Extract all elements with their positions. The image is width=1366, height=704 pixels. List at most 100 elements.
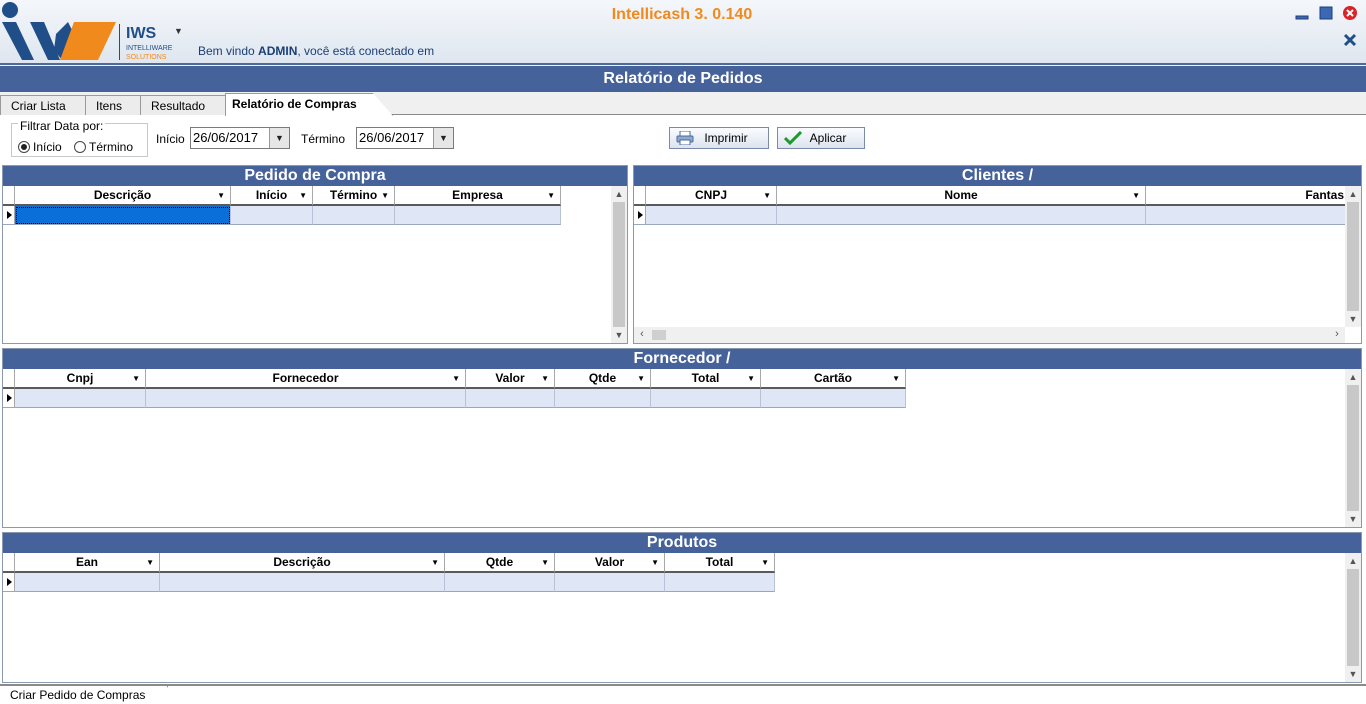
col-total[interactable]: Total ▼ bbox=[665, 553, 775, 573]
clientes-horizontal-scrollbar[interactable]: ‹ › bbox=[634, 327, 1345, 343]
scroll-thumb[interactable] bbox=[1347, 202, 1359, 311]
logo-menu-caret-icon[interactable]: ▼ bbox=[174, 26, 183, 36]
cell-cartao[interactable] bbox=[761, 389, 906, 408]
col-qtde[interactable]: Qtde ▼ bbox=[555, 369, 651, 389]
scroll-up-icon[interactable]: ▲ bbox=[1345, 553, 1361, 569]
scroll-down-icon[interactable]: ▼ bbox=[1345, 511, 1361, 527]
close-app-icon[interactable] bbox=[1342, 5, 1358, 21]
scroll-thumb[interactable] bbox=[613, 202, 625, 327]
radio-inicio-dot[interactable] bbox=[18, 141, 30, 153]
col-total[interactable]: Total ▼ bbox=[651, 369, 761, 389]
scroll-thumb[interactable] bbox=[1347, 385, 1359, 511]
col-empresa[interactable]: Empresa ▼ bbox=[395, 186, 561, 206]
tab-criar-pedido-de-compras[interactable]: Criar Pedido de Compras bbox=[0, 686, 169, 704]
termino-dropdown-icon[interactable]: ▼ bbox=[433, 128, 453, 148]
cell-inicio[interactable] bbox=[231, 206, 313, 225]
scroll-up-icon[interactable]: ▲ bbox=[611, 186, 627, 202]
sort-arrow-icon[interactable]: ▼ bbox=[381, 186, 389, 205]
col-fornecedor[interactable]: Fornecedor ▼ bbox=[146, 369, 466, 389]
row-indicator bbox=[3, 206, 15, 225]
sort-arrow-icon[interactable]: ▼ bbox=[637, 369, 645, 388]
sort-arrow-icon[interactable]: ▼ bbox=[146, 553, 154, 572]
scroll-up-icon[interactable]: ▲ bbox=[1345, 186, 1361, 202]
radio-termino[interactable]: Término bbox=[74, 140, 133, 154]
close-window-icon[interactable] bbox=[1342, 32, 1358, 48]
cell-valor[interactable] bbox=[555, 573, 665, 592]
col-cnpj[interactable]: Cnpj ▼ bbox=[15, 369, 146, 389]
tab-resultado[interactable]: Resultado bbox=[140, 95, 226, 115]
sort-arrow-icon[interactable]: ▼ bbox=[541, 553, 549, 572]
col-ean[interactable]: Ean ▼ bbox=[15, 553, 160, 573]
col-qtde[interactable]: Qtde ▼ bbox=[445, 553, 555, 573]
fornecedor-vertical-scrollbar[interactable]: ▲ ▼ bbox=[1345, 369, 1361, 527]
scroll-left-icon[interactable]: ‹ bbox=[634, 327, 650, 343]
cell-total[interactable] bbox=[651, 389, 761, 408]
pedido-vertical-scrollbar[interactable]: ▲ ▼ bbox=[611, 186, 627, 343]
col-nome[interactable]: Nome ▼ bbox=[777, 186, 1146, 206]
print-button[interactable]: Imprimir bbox=[669, 127, 769, 149]
sort-arrow-icon[interactable]: ▼ bbox=[547, 186, 555, 205]
cell-cnpj[interactable] bbox=[15, 389, 146, 408]
apply-button[interactable]: Aplicar bbox=[777, 127, 865, 149]
col-fantasia[interactable]: Fantas bbox=[1146, 186, 1346, 206]
sort-arrow-icon[interactable]: ▼ bbox=[431, 553, 439, 572]
col-valor[interactable]: Valor ▼ bbox=[466, 369, 555, 389]
col-cartao[interactable]: Cartão ▼ bbox=[761, 369, 906, 389]
cell-fornecedor[interactable] bbox=[146, 389, 466, 408]
col-descricao[interactable]: Descrição ▼ bbox=[15, 186, 231, 206]
sort-arrow-icon[interactable]: ▼ bbox=[761, 553, 769, 572]
cell-qtde[interactable] bbox=[445, 573, 555, 592]
table-row[interactable] bbox=[634, 206, 1346, 225]
col-valor[interactable]: Valor ▼ bbox=[555, 553, 665, 573]
scroll-up-icon[interactable]: ▲ bbox=[1345, 369, 1361, 385]
cell-ean[interactable] bbox=[15, 573, 160, 592]
scroll-down-icon[interactable]: ▼ bbox=[1345, 311, 1361, 327]
cell-termino[interactable] bbox=[313, 206, 395, 225]
table-row[interactable] bbox=[3, 389, 906, 408]
sort-arrow-icon[interactable]: ▼ bbox=[747, 369, 755, 388]
cell-descricao[interactable] bbox=[15, 206, 231, 225]
sort-arrow-icon[interactable]: ▼ bbox=[132, 369, 140, 388]
sort-arrow-icon[interactable]: ▼ bbox=[217, 186, 225, 205]
cell-valor[interactable] bbox=[466, 389, 555, 408]
cell-empresa[interactable] bbox=[395, 206, 561, 225]
sort-arrow-icon[interactable]: ▼ bbox=[541, 369, 549, 388]
sort-arrow-icon[interactable]: ▼ bbox=[299, 186, 307, 205]
scroll-thumb[interactable] bbox=[652, 330, 666, 340]
minimize-icon[interactable] bbox=[1294, 5, 1310, 21]
inicio-date-picker[interactable]: 26/06/2017 ▼ bbox=[190, 127, 290, 149]
radio-termino-dot[interactable] bbox=[74, 141, 86, 153]
cell-qtde[interactable] bbox=[555, 389, 651, 408]
col-descricao[interactable]: Descrição ▼ bbox=[160, 553, 445, 573]
sort-arrow-icon[interactable]: ▼ bbox=[651, 553, 659, 572]
tab-relatorio-de-compras[interactable]: Relatório de Compras bbox=[225, 93, 393, 116]
inicio-dropdown-icon[interactable]: ▼ bbox=[269, 128, 289, 148]
scroll-right-icon[interactable]: › bbox=[1329, 327, 1345, 343]
radio-inicio[interactable]: Início bbox=[18, 140, 62, 154]
tab-criar-lista[interactable]: Criar Lista bbox=[0, 95, 86, 115]
sort-arrow-icon[interactable]: ▼ bbox=[763, 186, 771, 205]
table-row[interactable] bbox=[3, 573, 775, 592]
sort-arrow-icon[interactable]: ▼ bbox=[892, 369, 900, 388]
cell-total[interactable] bbox=[665, 573, 775, 592]
scroll-down-icon[interactable]: ▼ bbox=[1345, 666, 1361, 682]
termino-date-value: 26/06/2017 bbox=[359, 130, 425, 145]
col-termino[interactable]: Término ▼ bbox=[313, 186, 395, 206]
scroll-thumb[interactable] bbox=[1347, 569, 1359, 666]
cell-nome[interactable] bbox=[777, 206, 1146, 225]
produtos-vertical-scrollbar[interactable]: ▲ ▼ bbox=[1345, 553, 1361, 682]
maximize-icon[interactable] bbox=[1318, 5, 1334, 21]
panel-produtos: Produtos Ean ▼ Descrição ▼ Qtde ▼ Valor ▼ To… bbox=[2, 532, 1362, 683]
termino-date-picker[interactable]: 26/06/2017 ▼ bbox=[356, 127, 454, 149]
col-cnpj[interactable]: CNPJ ▼ bbox=[646, 186, 777, 206]
sort-arrow-icon[interactable]: ▼ bbox=[452, 369, 460, 388]
table-row[interactable] bbox=[3, 206, 561, 225]
clientes-vertical-scrollbar[interactable]: ▲ ▼ bbox=[1345, 186, 1361, 327]
cell-cnpj[interactable] bbox=[646, 206, 777, 225]
sort-arrow-icon[interactable]: ▼ bbox=[1132, 186, 1140, 205]
scroll-down-icon[interactable]: ▼ bbox=[611, 327, 627, 343]
cell-descricao[interactable] bbox=[160, 573, 445, 592]
col-inicio[interactable]: Início ▼ bbox=[231, 186, 313, 206]
cell-fantasia[interactable] bbox=[1146, 206, 1346, 225]
tab-itens[interactable]: Itens bbox=[85, 95, 141, 115]
